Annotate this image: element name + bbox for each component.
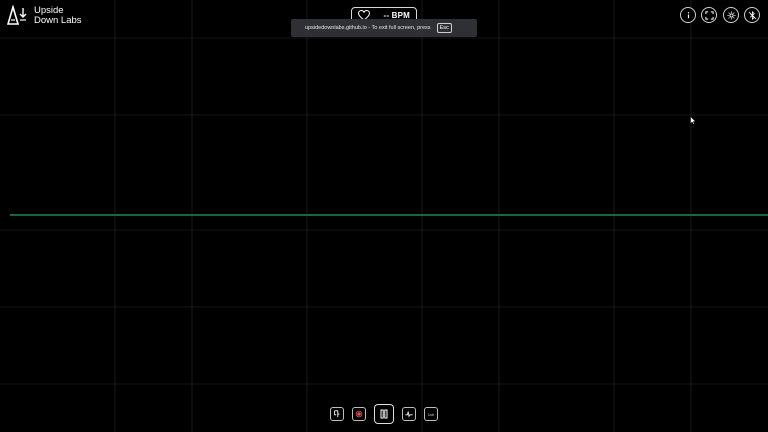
record-icon [355,410,363,418]
filter-button[interactable] [402,407,416,421]
upside-down-labs-logo-icon [7,5,27,25]
brand-line-2: Down Labs [34,15,82,26]
usb-connect-icon [334,410,340,418]
mouse-pointer-icon [690,116,696,125]
record-button[interactable] [352,407,366,421]
channel-count-label: 1ch [427,411,435,417]
connect-button[interactable] [330,407,344,421]
fullscreen-notice-text: upsidedownlabs.github.io - To exit full … [305,25,431,31]
settings-icon [726,10,736,20]
pause-icon [380,409,388,419]
settings-button[interactable] [723,7,739,23]
esc-key-hint: Esc [436,23,452,33]
bluetooth-button[interactable] [744,7,760,23]
waveform-filter-icon [405,411,413,418]
app-root: Upside Down Labs -- BPM upsidedownlabs.g… [0,0,768,432]
fullscreen-icon [704,10,714,20]
channel-select-button[interactable]: 1ch [424,407,438,421]
bluetooth-disabled-icon [748,10,756,20]
pause-button[interactable] [374,404,394,424]
fullscreen-notice: upsidedownlabs.github.io - To exit full … [291,19,477,37]
info-icon [687,11,689,18]
plot-canvas [0,0,768,432]
grid-lines [0,0,768,432]
brand-logo[interactable]: Upside Down Labs [7,5,82,27]
brand-name: Upside Down Labs [34,5,82,27]
info-button[interactable] [680,7,696,23]
fullscreen-button[interactable] [701,7,717,23]
